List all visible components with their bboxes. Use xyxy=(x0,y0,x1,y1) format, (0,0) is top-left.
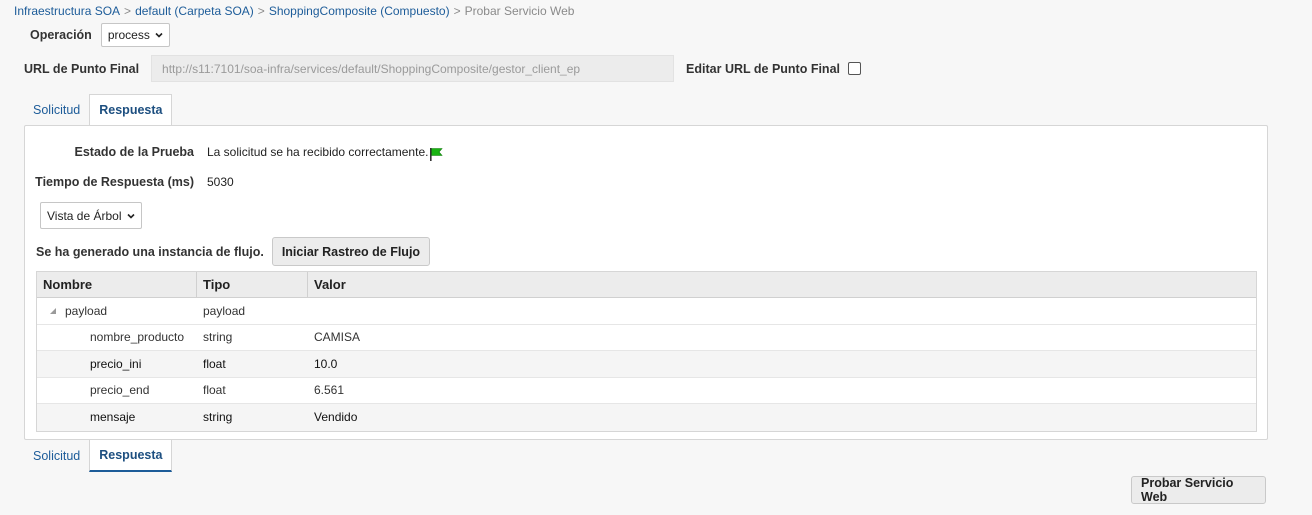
row-type: string xyxy=(203,410,233,425)
breadcrumb-separator: > xyxy=(124,4,132,18)
table-row[interactable]: nombre_producto string CAMISA xyxy=(37,325,1256,351)
start-flow-trace-button[interactable]: Iniciar Rastreo de Flujo xyxy=(271,237,431,266)
view-mode-select-value: Vista de Árbol xyxy=(47,208,122,223)
view-mode-select[interactable]: Vista de Árbol xyxy=(40,202,142,229)
endpoint-url-field[interactable]: http://s11:7101/soa-infra/services/defau… xyxy=(151,55,675,82)
breadcrumb-separator: > xyxy=(257,4,265,18)
row-value: 6.561 xyxy=(314,383,345,398)
response-time-row: Tiempo de Respuesta (ms) 5030 xyxy=(25,175,234,189)
operation-label: Operación xyxy=(30,28,92,42)
operation-row: Operación process xyxy=(30,23,170,47)
root-value xyxy=(308,298,1256,324)
test-web-service-button[interactable]: Probar Servicio Web xyxy=(1131,476,1266,504)
breadcrumb: Infraestructura SOA > default (Carpeta SOA… xyxy=(14,4,574,18)
endpoint-row: URL de Punto Final http://s11:7101/soa-i… xyxy=(24,55,861,82)
table-row-root[interactable]: payload payload xyxy=(37,298,1256,325)
row-value: CAMISA xyxy=(314,330,361,345)
row-name: precio_ini xyxy=(90,356,142,371)
chevron-down-icon xyxy=(126,213,135,219)
row-name: mensaje xyxy=(90,410,136,425)
root-name: payload xyxy=(65,303,108,318)
row-value: 10.0 xyxy=(314,356,338,371)
table-row[interactable]: precio_ini float 10.0 xyxy=(37,351,1256,378)
column-header-nombre[interactable]: Nombre xyxy=(37,272,197,297)
table-row[interactable]: precio_end float 6.561 xyxy=(37,378,1256,404)
operation-select-value: process xyxy=(107,28,150,42)
tab-solicitud[interactable]: Solicitud xyxy=(24,440,89,472)
tab-respuesta[interactable]: Respuesta xyxy=(89,440,173,472)
row-name: precio_end xyxy=(90,383,150,398)
breadcrumb-link-composite[interactable]: ShoppingComposite (Compuesto) xyxy=(269,4,450,18)
row-name: nombre_producto xyxy=(90,330,185,345)
response-time-label: Tiempo de Respuesta (ms) xyxy=(35,175,194,189)
operation-select[interactable]: process xyxy=(100,23,170,47)
root-type: payload xyxy=(203,303,246,318)
tree-collapse-icon[interactable] xyxy=(49,307,57,315)
edit-endpoint-checkbox[interactable] xyxy=(848,62,861,75)
edit-endpoint-toggle: Editar URL de Punto Final xyxy=(686,62,861,76)
test-status-value: La solicitud se ha recibido correctament… xyxy=(207,145,429,159)
flow-instance-row: Se ha generado una instancia de flujo. I… xyxy=(36,237,431,266)
breadcrumb-current: Probar Servicio Web xyxy=(464,4,575,18)
response-time-value: 5030 xyxy=(207,175,234,189)
breadcrumb-link-default[interactable]: default (Carpeta SOA) xyxy=(135,4,254,18)
tabs-bottom: Solicitud Respuesta xyxy=(24,440,173,472)
test-status-row: Estado de la Prueba La solicitud se ha r… xyxy=(25,143,444,161)
chevron-down-icon xyxy=(155,32,163,38)
tree-node-root: payload xyxy=(37,298,197,324)
row-type: float xyxy=(203,383,226,398)
tabs-top: Solicitud Respuesta xyxy=(24,94,173,127)
response-tree-table: Nombre Tipo Valor payload payload nombre… xyxy=(36,271,1257,432)
breadcrumb-separator: > xyxy=(453,4,461,18)
tab-respuesta[interactable]: Respuesta xyxy=(89,94,173,127)
breadcrumb-link-infraestructura[interactable]: Infraestructura SOA xyxy=(14,4,120,18)
table-row[interactable]: mensaje string Vendido xyxy=(37,404,1256,431)
row-type: float xyxy=(203,356,226,371)
table-header: Nombre Tipo Valor xyxy=(37,272,1256,298)
flow-instance-text: Se ha generado una instancia de flujo. xyxy=(36,244,264,259)
row-type: string xyxy=(203,330,233,345)
test-status-label: Estado de la Prueba xyxy=(74,145,194,159)
edit-endpoint-label: Editar URL de Punto Final xyxy=(686,61,840,76)
tab-solicitud[interactable]: Solicitud xyxy=(24,94,89,126)
column-header-tipo[interactable]: Tipo xyxy=(197,272,308,297)
response-panel: Estado de la Prueba La solicitud se ha r… xyxy=(24,125,1268,440)
flag-icon xyxy=(430,148,444,161)
endpoint-label: URL de Punto Final xyxy=(24,61,140,76)
row-value: Vendido xyxy=(314,410,358,425)
column-header-valor[interactable]: Valor xyxy=(308,272,1256,297)
